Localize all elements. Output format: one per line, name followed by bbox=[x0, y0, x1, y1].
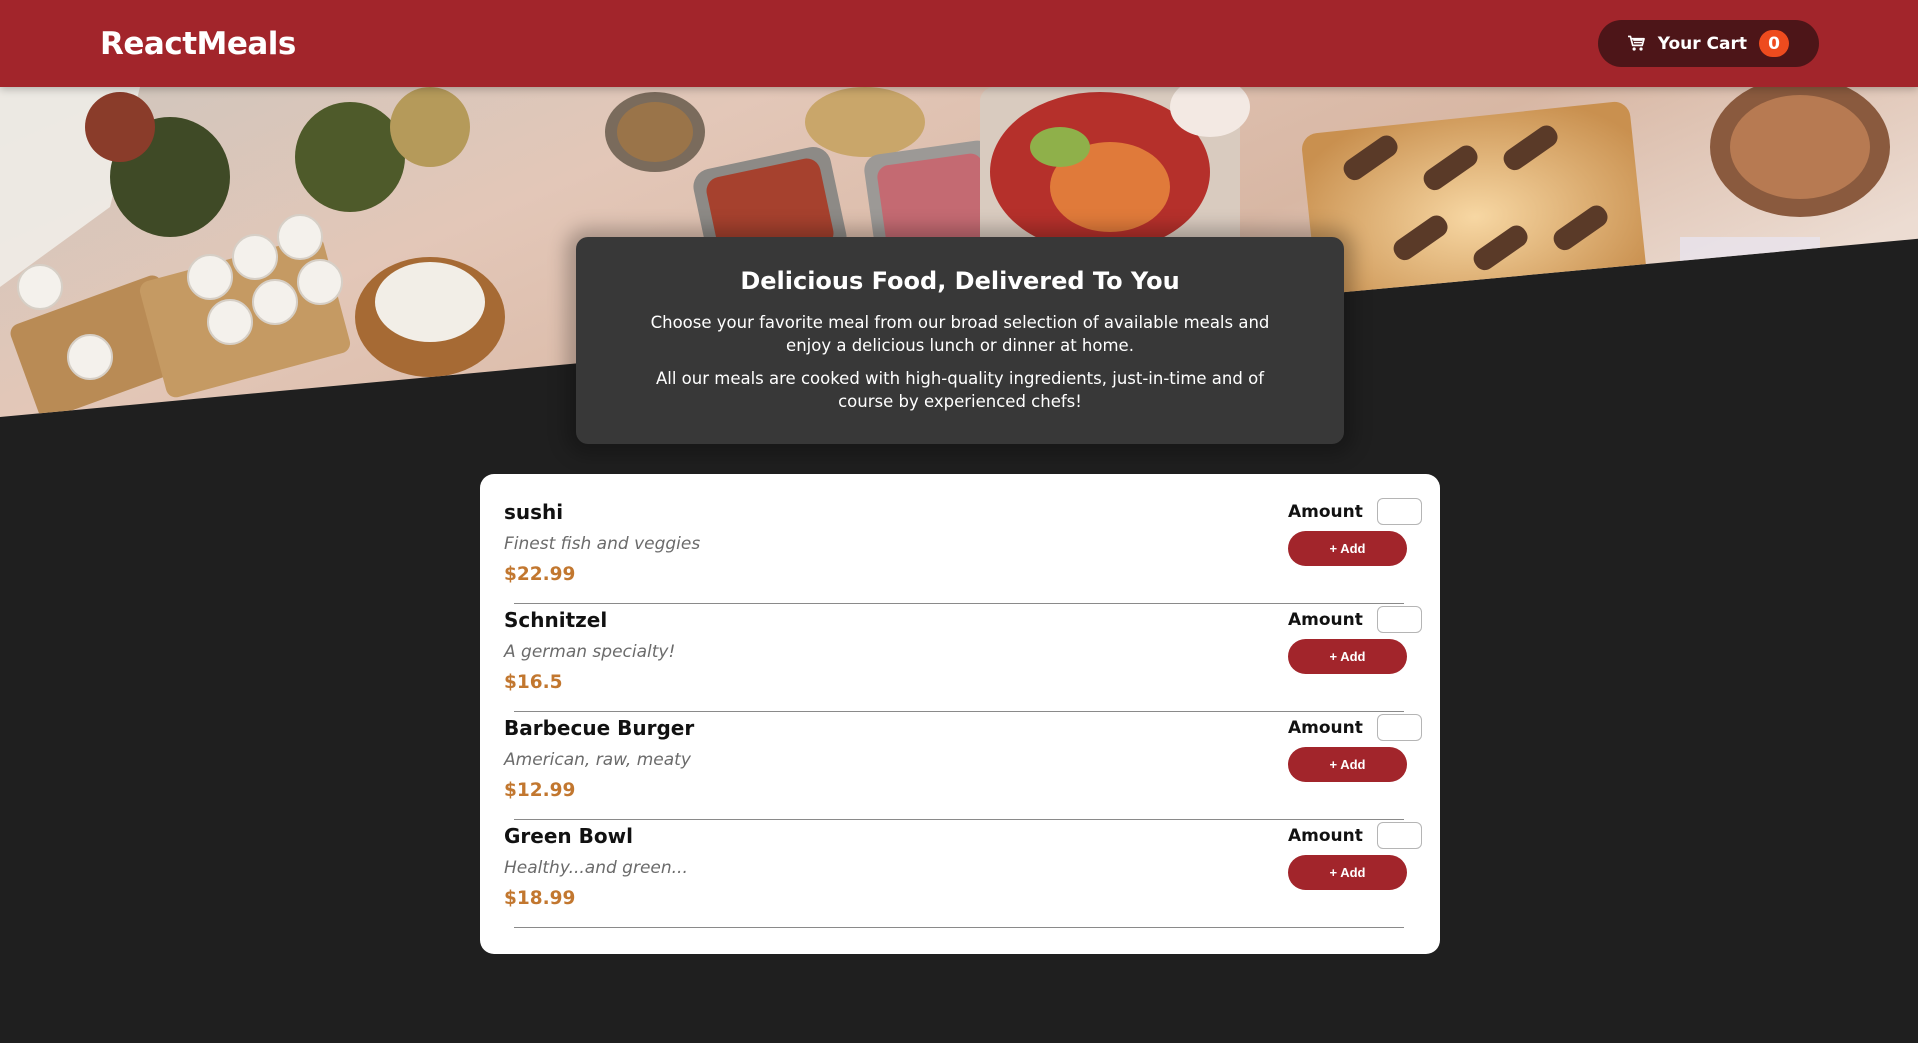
amount-row: Amount bbox=[1288, 822, 1422, 849]
meal-name: Schnitzel bbox=[504, 608, 608, 632]
divider bbox=[514, 927, 1404, 928]
meal-info: Barbecue Burger American, raw, meaty $12… bbox=[504, 712, 694, 820]
meal-description: American, raw, meaty bbox=[504, 750, 691, 770]
shopping-cart-icon bbox=[1627, 35, 1646, 52]
meal-price: $12.99 bbox=[504, 780, 576, 801]
add-button[interactable]: + Add bbox=[1288, 747, 1407, 782]
cart-count-badge: 0 bbox=[1759, 30, 1789, 57]
cart-label: Your Cart bbox=[1657, 33, 1747, 54]
add-button[interactable]: + Add bbox=[1288, 855, 1407, 890]
amount-label: Amount bbox=[1288, 825, 1363, 846]
summary-paragraph-1: Choose your favorite meal from our broad… bbox=[650, 313, 1270, 355]
summary-card: Delicious Food, Delivered To You Choose … bbox=[576, 237, 1344, 444]
meal-name: sushi bbox=[504, 500, 564, 524]
meal-add-form: Amount + Add bbox=[1288, 604, 1422, 712]
amount-label: Amount bbox=[1288, 501, 1363, 522]
meal-item: Schnitzel A german specialty! $16.5 Amou… bbox=[504, 604, 1422, 712]
app-header: ReactMeals Your Cart 0 bbox=[0, 0, 1918, 87]
amount-input[interactable] bbox=[1376, 498, 1422, 525]
amount-row: Amount bbox=[1288, 606, 1422, 633]
cart-button[interactable]: Your Cart 0 bbox=[1597, 20, 1819, 67]
meal-price: $18.99 bbox=[504, 888, 576, 909]
meal-description: Finest fish and veggies bbox=[504, 534, 701, 554]
add-button[interactable]: + Add bbox=[1288, 639, 1407, 674]
meal-add-form: Amount + Add bbox=[1288, 496, 1422, 604]
meal-price: $22.99 bbox=[504, 564, 576, 585]
amount-input[interactable] bbox=[1376, 714, 1422, 741]
amount-label: Amount bbox=[1288, 609, 1363, 630]
meal-name: Green Bowl bbox=[504, 824, 633, 848]
meals-list-card: sushi Finest fish and veggies $22.99 Amo… bbox=[480, 474, 1440, 954]
summary-title: Delicious Food, Delivered To You bbox=[740, 267, 1180, 295]
meal-info: Green Bowl Healthy...and green... $18.99 bbox=[504, 820, 688, 928]
meal-info: Schnitzel A german specialty! $16.5 bbox=[504, 604, 675, 712]
meal-item: sushi Finest fish and veggies $22.99 Amo… bbox=[504, 496, 1422, 604]
meal-item: Green Bowl Healthy...and green... $18.99… bbox=[504, 820, 1422, 928]
meal-price: $16.5 bbox=[504, 672, 563, 693]
brand-title: ReactMeals bbox=[100, 25, 296, 62]
meal-info: sushi Finest fish and veggies $22.99 bbox=[504, 496, 700, 604]
meal-add-form: Amount + Add bbox=[1288, 712, 1422, 820]
amount-row: Amount bbox=[1288, 714, 1422, 741]
summary-paragraph-2: All our meals are cooked with high-quali… bbox=[655, 369, 1265, 411]
meal-add-form: Amount + Add bbox=[1288, 820, 1422, 928]
meal-description: Healthy...and green... bbox=[504, 858, 688, 878]
amount-input[interactable] bbox=[1376, 822, 1422, 849]
meal-name: Barbecue Burger bbox=[504, 716, 695, 740]
amount-row: Amount bbox=[1288, 498, 1422, 525]
meal-description: A german specialty! bbox=[504, 642, 676, 662]
add-button[interactable]: + Add bbox=[1288, 531, 1407, 566]
meal-item: Barbecue Burger American, raw, meaty $12… bbox=[504, 712, 1422, 820]
amount-label: Amount bbox=[1288, 717, 1363, 738]
amount-input[interactable] bbox=[1376, 606, 1422, 633]
